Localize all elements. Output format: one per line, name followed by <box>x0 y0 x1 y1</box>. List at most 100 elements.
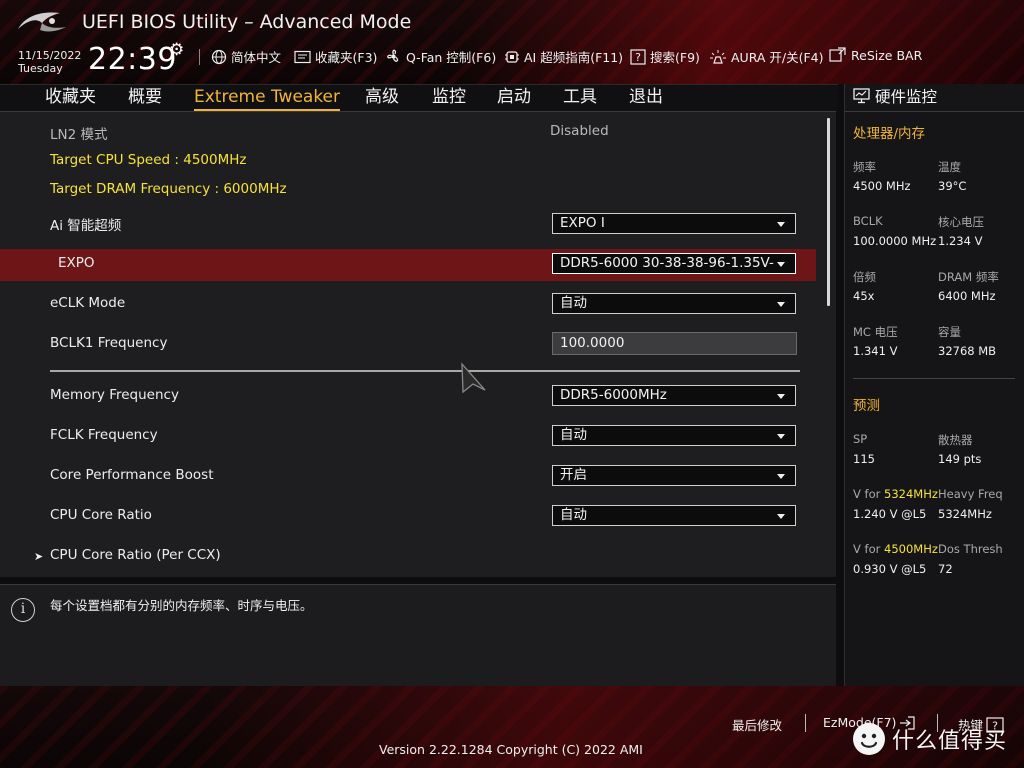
v-for-dos-value: 0.930 V @L5 <box>853 562 927 576</box>
capacity-value: 32768 MB <box>938 344 997 358</box>
tab-tool[interactable]: 工具 <box>563 85 597 109</box>
bookmark-icon <box>294 50 311 63</box>
toolbar-divider <box>199 49 200 65</box>
settings-scrollbar[interactable] <box>827 118 830 306</box>
aura-toggle-button[interactable]: AURA 开/关(F4) <box>709 47 824 66</box>
hardware-monitor-panel: 硬件监控 处理器/内存 频率 4500 MHz 温度 39°C BCLK 100… <box>844 84 1024 686</box>
bclk1-frequency-label: BCLK1 Frequency <box>50 335 168 351</box>
heavy-freq-label: Heavy Freq <box>938 487 1003 501</box>
bclk1-frequency-input[interactable]: 100.0000 <box>552 332 797 355</box>
core-performance-boost-select[interactable]: 开启 <box>552 465 796 486</box>
ai-chip-icon <box>505 50 519 63</box>
cooler-value: 149 pts <box>938 452 982 466</box>
tab-advanced[interactable]: 高级 <box>365 85 399 109</box>
favorites-button[interactable]: 收藏夹(F3) <box>294 47 377 66</box>
watermark-text: 什么值得买 <box>892 729 1008 754</box>
v-for-dos-label: V for 4500MHz <box>853 542 938 556</box>
tab-exit[interactable]: 退出 <box>629 85 663 109</box>
eclk-mode-select[interactable]: 自动 <box>552 293 796 314</box>
smzdm-logo-icon <box>853 723 885 755</box>
aura-label: AURA 开/关(F4) <box>731 50 824 65</box>
dos-thresh-value: 72 <box>938 562 953 576</box>
cpu-temperature-label: 温度 <box>938 160 961 174</box>
sp-value: 115 <box>853 452 875 466</box>
gear-icon[interactable]: ⚙ <box>169 40 184 60</box>
cpu-core-ratio-per-ccx-link[interactable]: CPU Core Ratio (Per CCX) <box>50 547 221 563</box>
heavy-freq-value: 5324MHz <box>938 507 992 521</box>
target-dram-frequency: Target DRAM Frequency : 6000MHz <box>50 181 287 197</box>
settings-panel: LN2 模式 Disabled Target CPU Speed : 4500M… <box>0 111 836 577</box>
ln2-mode-label: LN2 模式 <box>50 127 108 143</box>
v-for-prefix: V for <box>853 542 884 556</box>
memory-frequency-value: DDR5-6000MHz <box>560 387 667 403</box>
ratio-label: 倍频 <box>853 270 876 284</box>
cpu-frequency-label: 频率 <box>853 160 876 174</box>
search-label: 搜索(F9) <box>650 50 700 65</box>
ln2-mode-value: Disabled <box>550 123 609 139</box>
chevron-down-icon <box>777 394 785 399</box>
globe-icon <box>211 49 227 64</box>
ai-oc-guide-button[interactable]: AI 超频指南(F11) <box>504 47 623 66</box>
svg-text:?: ? <box>635 51 641 64</box>
qfan-button[interactable]: Q-Fan 控制(F6) <box>385 47 496 66</box>
last-modified-button[interactable]: 最后修改 <box>732 715 782 734</box>
aura-light-icon <box>710 49 726 64</box>
chevron-down-icon <box>777 434 785 439</box>
cooler-label: 散热器 <box>938 433 973 447</box>
clock-display: 22:39 <box>88 42 177 77</box>
resize-bar-label: ReSize BAR <box>851 47 923 63</box>
expo-profile-value: DDR5-6000 30-38-38-96-1.35V- <box>560 255 774 271</box>
help-description: 每个设置档都有分别的内存频率、时序与电压。 <box>50 598 313 613</box>
target-cpu-speed: Target CPU Speed : 4500MHz <box>50 152 247 168</box>
mc-voltage-value: 1.341 V <box>853 344 898 358</box>
hardware-monitor-title: 硬件监控 <box>853 85 937 107</box>
core-voltage-label: 核心电压 <box>938 215 984 229</box>
hw-title-divider <box>845 111 1024 112</box>
capacity-label: 容量 <box>938 325 961 339</box>
chevron-down-icon <box>777 262 785 267</box>
favorites-label: 收藏夹(F3) <box>315 50 378 65</box>
app-title: UEFI BIOS Utility – Advanced Mode <box>82 11 412 33</box>
tab-boot[interactable]: 启动 <box>497 85 531 109</box>
cpu-core-ratio-select[interactable]: 自动 <box>552 505 796 526</box>
section-divider <box>50 370 800 372</box>
v-for-heavy-freq: 5324MHz <box>884 487 938 501</box>
dos-thresh-label: Dos Thresh <box>938 542 1003 556</box>
date-text: 11/15/2022 <box>18 49 82 62</box>
expo-label: EXPO <box>58 255 95 271</box>
ai-overclock-select[interactable]: EXPO I <box>552 213 796 234</box>
version-copyright: Version 2.22.1284 Copyright (C) 2022 AMI <box>379 742 643 757</box>
ratio-value: 45x <box>853 289 875 303</box>
fan-icon <box>387 49 399 62</box>
main-menu-tabs: 收藏夹 概要 Extreme Tweaker 高级 监控 启动 工具 退出 <box>0 84 838 112</box>
fclk-frequency-label: FCLK Frequency <box>50 427 158 443</box>
date-display: 11/15/2022 Tuesday <box>18 49 81 75</box>
dram-frequency-value: 6400 MHz <box>938 289 996 303</box>
header-bar: UEFI BIOS Utility – Advanced Mode 11/15/… <box>0 0 1024 84</box>
tab-monitor[interactable]: 监控 <box>432 85 466 109</box>
ai-overclock-value: EXPO I <box>560 215 605 231</box>
search-button[interactable]: ? 搜索(F9) <box>630 47 700 66</box>
chevron-down-icon <box>777 302 785 307</box>
prediction-section-title: 预测 <box>853 398 880 414</box>
v-for-heavy-label: V for 5324MHz <box>853 487 938 501</box>
cpu-frequency-value: 4500 MHz <box>853 179 911 193</box>
expo-profile-select[interactable]: DDR5-6000 30-38-38-96-1.35V- <box>552 253 796 274</box>
sp-label: SP <box>853 432 868 446</box>
language-button[interactable]: 简体中文 <box>211 47 281 66</box>
dram-frequency-label: DRAM 频率 <box>938 270 999 284</box>
fclk-frequency-select[interactable]: 自动 <box>552 425 796 446</box>
cpu-core-ratio-value: 自动 <box>560 507 587 523</box>
resize-bar-button[interactable]: ReSize BAR <box>829 47 922 63</box>
memory-frequency-select[interactable]: DDR5-6000MHz <box>552 385 796 406</box>
v-for-prefix: V for <box>853 487 884 501</box>
bclk-value: 100.0000 MHz <box>853 234 937 248</box>
search-help-icon: ? <box>630 48 646 65</box>
tab-main[interactable]: 概要 <box>128 85 162 109</box>
mouse-cursor-icon <box>461 362 486 394</box>
info-icon: i <box>11 598 35 622</box>
core-performance-boost-value: 开启 <box>560 467 587 483</box>
tab-extreme-tweaker[interactable]: Extreme Tweaker <box>194 85 341 111</box>
ai-overclock-label: Ai 智能超频 <box>50 218 122 234</box>
tab-favorites[interactable]: 收藏夹 <box>45 85 96 109</box>
